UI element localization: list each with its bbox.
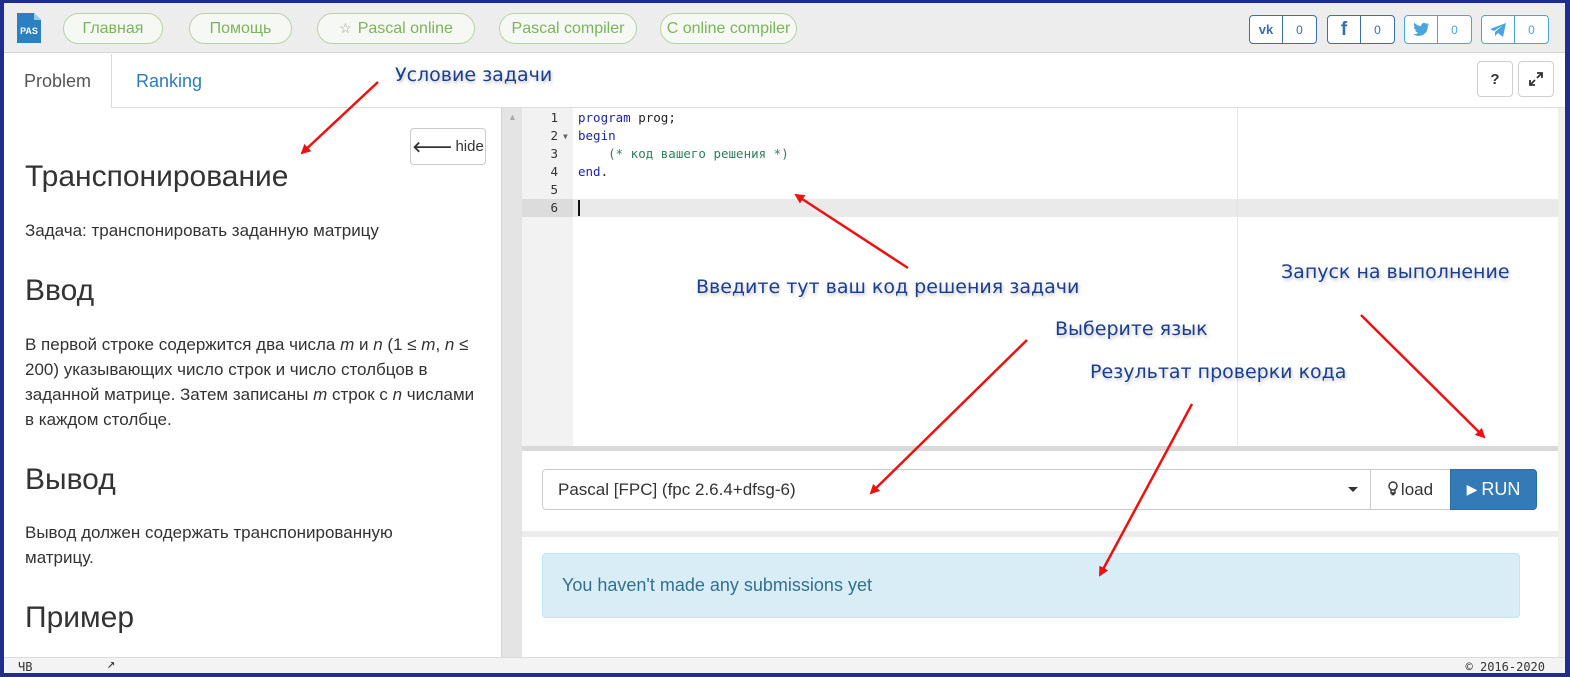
scroll-up-icon[interactable]: ▲ xyxy=(508,112,517,122)
panel-splitter[interactable]: ▲ xyxy=(501,108,522,657)
line-number: 2 xyxy=(550,128,558,143)
run-toolbar: Pascal [FPC] (fpc 2.6.4+dfsg-6) load ▶ RU… xyxy=(522,451,1558,531)
share-telegram-button[interactable]: 0 xyxy=(1481,15,1549,44)
hide-button[interactable]: 🡐 hide xyxy=(410,128,486,165)
code-line[interactable]: begin xyxy=(578,127,616,145)
top-navbar: PAS Главная Помощь ☆ Pascal online Pascal… xyxy=(4,3,1565,53)
share-facebook-button[interactable]: f 0 xyxy=(1327,15,1395,44)
fullscreen-button[interactable] xyxy=(1518,61,1554,97)
nav-pascal-compiler-link[interactable]: Pascal compiler xyxy=(499,13,637,44)
code-line[interactable]: (* код вашего решения *) xyxy=(578,145,789,163)
nav-home-link[interactable]: Главная xyxy=(63,13,163,44)
language-selected-value: Pascal [FPC] (fpc 2.6.4+dfsg-6) xyxy=(558,480,796,499)
annotation-language: Выберите язык xyxy=(1055,318,1208,340)
pas-logo-icon[interactable]: PAS xyxy=(16,12,42,44)
load-label: load xyxy=(1400,479,1434,499)
tabs-bar: Problem Ranking ? xyxy=(4,54,1565,109)
arrow-left-icon: 🡐 xyxy=(412,139,453,156)
code-line[interactable]: program prog; xyxy=(578,109,676,127)
lightbulb-icon xyxy=(1388,480,1398,499)
input-heading: Ввод xyxy=(25,274,95,307)
example-heading: Пример xyxy=(25,601,134,634)
share-vk-count: 0 xyxy=(1296,22,1303,37)
share-telegram-count: 0 xyxy=(1528,22,1535,37)
share-twitter-count: 0 xyxy=(1451,22,1458,37)
app-window: PAS Главная Помощь ☆ Pascal online Pascal… xyxy=(4,3,1565,673)
line-number: 6 xyxy=(550,200,558,215)
telegram-icon xyxy=(1482,16,1515,43)
hide-label: hide xyxy=(455,138,484,155)
share-twitter-button[interactable]: 0 xyxy=(1404,15,1472,44)
load-button[interactable]: load xyxy=(1370,469,1451,510)
star-icon: ☆ xyxy=(339,20,352,36)
problem-panel: 🡐 hide Транспонирование Задача: транспони… xyxy=(4,108,501,657)
logo-text: PAS xyxy=(20,26,38,36)
chevron-down-icon xyxy=(1348,487,1358,492)
nav-pascal-online-label: Pascal online xyxy=(357,20,453,37)
annotation-code: Введите тут ваш код решения задачи xyxy=(696,276,1080,298)
active-line-highlight xyxy=(522,199,1558,217)
status-left-text: ЧВ xyxy=(18,660,33,673)
annotation-run: Запуск на выполнение xyxy=(1281,261,1510,283)
fold-toggle-icon[interactable]: ▼ xyxy=(563,132,568,141)
print-margin xyxy=(1237,108,1238,446)
run-label: RUN xyxy=(1481,479,1521,499)
share-vk-button[interactable]: vk 0 xyxy=(1249,15,1317,44)
line-number: 5 xyxy=(550,182,558,197)
code-line[interactable]: end. xyxy=(578,163,608,181)
tab-problem[interactable]: Problem xyxy=(4,54,113,109)
annotation-problem: Условие задачи xyxy=(395,64,553,86)
line-number: 3 xyxy=(550,146,558,161)
text-cursor xyxy=(578,200,580,216)
status-bar: ЧВ ↗ © 2016-2020 xyxy=(4,656,1565,673)
page-scrollbar[interactable] xyxy=(1558,108,1565,657)
language-select[interactable]: Pascal [FPC] (fpc 2.6.4+dfsg-6) xyxy=(542,469,1371,510)
problem-statement: Задача: транспонировать заданную матрицу xyxy=(25,221,379,240)
twitter-icon xyxy=(1405,16,1438,43)
line-number: 1 xyxy=(550,110,558,125)
share-facebook-count: 0 xyxy=(1374,22,1381,37)
arrow-up-right-icon[interactable]: ↗ xyxy=(107,656,115,672)
nav-c-compiler-link[interactable]: C online compiler xyxy=(660,13,797,44)
problem-title: Транспонирование xyxy=(25,160,289,193)
nav-help-link[interactable]: Помощь xyxy=(189,13,292,44)
line-number: 4 xyxy=(550,164,558,179)
tab-ranking[interactable]: Ranking xyxy=(116,54,222,108)
no-submissions-alert: You haven't made any submissions yet xyxy=(542,553,1520,618)
submissions-panel: You haven't made any submissions yet xyxy=(522,537,1558,657)
nav-pascal-online-link[interactable]: ☆ Pascal online xyxy=(317,13,475,44)
copyright-text: © 2016-2020 xyxy=(1465,660,1545,673)
vk-icon: vk xyxy=(1250,16,1283,43)
input-description: В первой строке содержится два числа m и… xyxy=(25,335,475,429)
annotation-result: Результат проверки кода xyxy=(1090,361,1347,383)
play-icon: ▶ xyxy=(1466,481,1478,497)
facebook-icon: f xyxy=(1328,16,1361,43)
run-button[interactable]: ▶ RUN xyxy=(1450,469,1537,510)
expand-icon xyxy=(1529,72,1543,86)
help-button[interactable]: ? xyxy=(1477,61,1513,97)
output-description: Вывод должен содержать транспонированную… xyxy=(25,523,393,567)
output-heading: Вывод xyxy=(25,463,116,496)
